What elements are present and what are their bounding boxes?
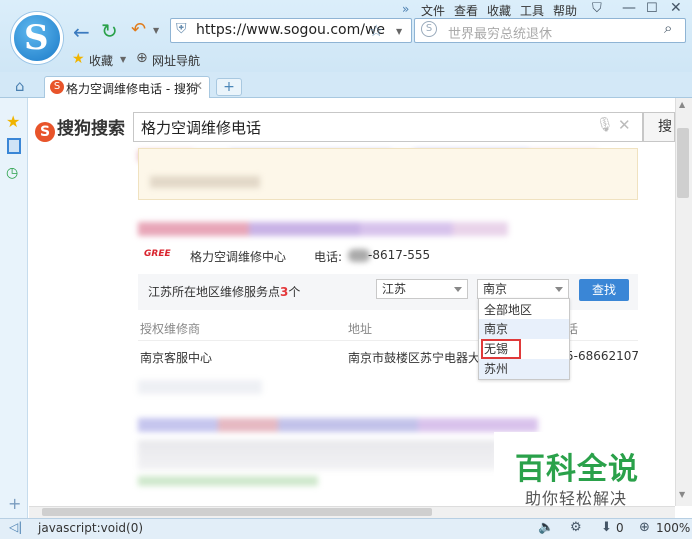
filter-summary: 江苏所在地区维修服务点3个	[148, 283, 300, 300]
bookmark-star-icon[interactable]: ☆	[369, 21, 383, 40]
center-name: 格力空调维修中心	[190, 250, 287, 264]
clear-query-icon[interactable]: ✕	[618, 116, 631, 134]
phone-number: -8617-555	[368, 248, 431, 262]
tab-title[interactable]: 格力空调维修电话 - 搜狗	[66, 80, 198, 97]
menu-favorites[interactable]: 收藏	[487, 2, 511, 19]
refresh-icon[interactable]: ↻	[101, 19, 118, 43]
horizontal-scroll-thumb[interactable]	[42, 508, 432, 516]
blurred-next-result-title	[138, 418, 538, 432]
chevron-down-icon	[454, 287, 462, 292]
sidebar-favorites-icon[interactable]: ★	[6, 112, 20, 131]
blurred-more-link	[138, 380, 262, 394]
sogou-query-text[interactable]: 格力空调维修电话	[141, 117, 261, 138]
col-address: 地址	[348, 322, 373, 336]
favorites-dropdown-icon[interactable]: ▼	[120, 55, 126, 64]
province-select[interactable]: 江苏	[376, 279, 468, 299]
status-url: javascript:void(0)	[38, 521, 144, 535]
sidebar-notes-icon[interactable]	[7, 138, 21, 154]
sidebar	[0, 98, 28, 518]
phone-label: 电话:	[314, 250, 343, 264]
blurred-notice-text	[150, 176, 260, 188]
sidebar-clock-icon[interactable]: ◷	[6, 165, 18, 181]
address-text[interactable]: https://www.sogou.com/we	[196, 22, 385, 38]
row-dealer: 南京客服中心	[140, 351, 213, 365]
globe-icon: ⊕	[136, 50, 148, 66]
result-notice	[138, 148, 638, 200]
blurred-phone-prefix	[348, 249, 370, 262]
zoom-level[interactable]: 100%	[656, 521, 690, 535]
skin-icon[interactable]: ⛉	[592, 1, 602, 16]
tab-favicon-icon: S	[50, 80, 64, 94]
menu-view[interactable]: 查看	[454, 2, 478, 19]
browser-search-placeholder[interactable]: 世界最穷总统退休	[448, 23, 552, 42]
favorites-star-icon: ★	[72, 51, 85, 67]
find-button[interactable]: 查找	[579, 279, 629, 301]
menu-file[interactable]: 文件	[421, 2, 445, 19]
zoom-icon[interactable]: ⊕	[639, 520, 650, 535]
minimize-icon[interactable]: —	[622, 0, 636, 16]
download-icon[interactable]: ⬇	[601, 520, 612, 535]
logo-letter-icon: S	[24, 18, 49, 58]
blurred-next-result-body	[138, 440, 498, 470]
more-menu-icon[interactable]: »	[402, 2, 409, 16]
scroll-up-icon[interactable]: ▲	[679, 100, 685, 109]
city-option[interactable]: 南京	[479, 319, 569, 339]
new-tab-button[interactable]: +	[216, 78, 242, 96]
vertical-scroll-thumb[interactable]	[677, 128, 689, 198]
sogou-search-engine-icon[interactable]: S	[421, 21, 437, 37]
sogou-logo-icon: S	[35, 122, 55, 142]
security-shield-icon: ⛨	[176, 21, 187, 37]
province-value: 江苏	[382, 282, 407, 296]
undo-dropdown-icon[interactable]: ▼	[153, 26, 159, 35]
undo-icon[interactable]: ↶	[131, 19, 146, 40]
sogou-logo[interactable]: S 搜狗搜索	[35, 114, 125, 142]
gree-logo: GREE	[144, 249, 171, 259]
scroll-down-icon[interactable]: ▼	[679, 490, 685, 499]
speaker-icon[interactable]: 🔈	[538, 520, 554, 535]
sogou-search-button[interactable]: 搜	[643, 112, 675, 142]
row-phone: 5-68662107	[566, 349, 640, 363]
blurred-result-link	[138, 222, 508, 236]
filter-prefix: 江苏所在地区维修服务点	[148, 285, 281, 299]
watermark-title: 百科全说	[515, 452, 639, 487]
city-option[interactable]: 全部地区	[479, 300, 569, 320]
menu-help[interactable]: 帮助	[553, 2, 577, 19]
blurred-next-result-url	[138, 476, 318, 486]
maximize-icon[interactable]: ☐	[646, 1, 658, 16]
favorites-button[interactable]: 收藏	[89, 52, 113, 69]
menu-tools[interactable]: 工具	[520, 2, 544, 19]
filter-suffix: 个	[288, 285, 301, 299]
city-option-highlighted[interactable]: 无锡	[479, 339, 569, 359]
chevron-down-icon	[555, 287, 563, 292]
sidebar-add-icon[interactable]: +	[8, 494, 21, 513]
voice-mic-icon[interactable]: 🎙	[596, 117, 614, 133]
search-icon[interactable]: ⌕	[664, 19, 672, 37]
city-select[interactable]: 南京	[477, 279, 569, 299]
address-dropdown-icon[interactable]: ▼	[396, 27, 402, 36]
highlight-box	[481, 339, 521, 359]
download-count: 0	[616, 521, 624, 535]
city-option[interactable]: 苏州	[479, 359, 569, 379]
close-icon[interactable]: ✕	[670, 0, 682, 16]
sogou-logo-text: 搜狗搜索	[57, 119, 125, 139]
home-icon[interactable]: ⌂	[15, 77, 25, 95]
tab-close-icon[interactable]: ✕	[193, 79, 203, 93]
city-dropdown[interactable]: 全部地区 南京 无锡 苏州	[478, 298, 570, 380]
nav-link[interactable]: 网址导航	[152, 52, 200, 69]
col-dealer: 授权维修商	[140, 322, 201, 336]
back-icon[interactable]: ←	[73, 20, 90, 44]
sidebar-toggle-icon[interactable]: ◁|	[9, 520, 22, 534]
row-address: 南京市鼓楼区苏宁电器大	[348, 351, 481, 365]
extension-icon[interactable]: ⚙	[570, 520, 582, 535]
city-value: 南京	[483, 282, 508, 296]
